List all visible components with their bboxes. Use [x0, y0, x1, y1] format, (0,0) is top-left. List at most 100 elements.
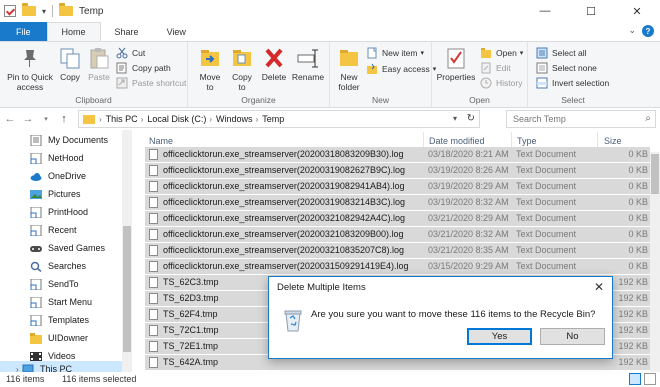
copy-to-button[interactable]: Copy to [228, 46, 256, 92]
pin-quick-access-button[interactable]: Pin to Quick access [4, 46, 56, 92]
file-row[interactable]: officeclicktorun.exe_streamserver(202003… [145, 195, 650, 210]
nav-item-start-menu[interactable]: Start Menu [0, 294, 122, 310]
invert-selection-button[interactable]: Invert selection [536, 76, 609, 90]
breadcrumb-sep-icon: › [255, 114, 259, 124]
file-size: 0 KB [628, 229, 648, 239]
search-input[interactable]: Search Temp ⌕ [506, 110, 656, 128]
file-row[interactable]: officeclicktorun.exe_streamserver(202003… [145, 243, 650, 258]
forward-arrow-icon[interactable]: → [20, 111, 36, 127]
expand-ribbon-icon[interactable]: ⌄ [628, 25, 636, 36]
file-list-scrollbar[interactable] [650, 152, 660, 372]
file-row[interactable]: officeclicktorun.exe_streamserver(202003… [145, 259, 650, 274]
easy-access-button[interactable]: Easy access ▾ [366, 62, 436, 76]
cut-label: Cut [132, 48, 146, 58]
minimize-button[interactable]: — [522, 0, 568, 22]
breadcrumb-local-disk[interactable]: Local Disk (C:) [147, 114, 206, 124]
nav-scrollbar[interactable] [122, 130, 132, 372]
edit-pencil-icon [480, 62, 492, 74]
quick-access-dropdown-icon[interactable]: ▾ [42, 7, 46, 16]
tmp-file-icon [149, 309, 158, 320]
nav-item-sendto[interactable]: SendTo [0, 276, 122, 292]
help-icon[interactable]: ? [642, 25, 654, 37]
select-none-button[interactable]: Select none [536, 61, 597, 75]
file-size: 0 KB [628, 245, 648, 255]
open-button[interactable]: Open ▾ [480, 46, 523, 60]
tab-share[interactable]: Share [101, 22, 153, 41]
nav-item-pictures[interactable]: Pictures [0, 186, 122, 202]
details-view-icon[interactable] [629, 373, 641, 385]
nav-item-recent[interactable]: Recent [0, 222, 122, 238]
select-all-button[interactable]: Select all [536, 46, 587, 60]
properties-quick-icon[interactable] [4, 5, 16, 17]
back-arrow-icon[interactable]: ← [2, 111, 18, 127]
address-folder-icon [83, 114, 95, 124]
nav-item-nethood[interactable]: NetHood [0, 150, 122, 166]
file-size: 0 KB [628, 181, 648, 191]
column-type[interactable]: Type [517, 136, 537, 146]
nav-item-templates[interactable]: Templates [0, 312, 122, 328]
file-type: Text Document [516, 261, 577, 271]
move-to-button[interactable]: Move to [196, 46, 224, 92]
paste-button[interactable]: Paste [86, 46, 112, 82]
cut-button[interactable]: Cut [116, 46, 145, 60]
breadcrumb-this-pc[interactable]: This PC [106, 114, 138, 124]
new-folder-quick-icon[interactable] [22, 3, 36, 16]
nav-scroll-thumb[interactable] [123, 226, 131, 352]
tab-file[interactable]: File [0, 22, 47, 41]
nav-label: Start Menu [48, 297, 93, 307]
tab-home[interactable]: Home [46, 22, 101, 41]
up-arrow-icon[interactable]: ↑ [56, 111, 72, 127]
column-size[interactable]: Size [604, 136, 622, 146]
file-row[interactable]: officeclicktorun.exe_streamserver(202003… [145, 211, 650, 226]
nav-item-printhood[interactable]: PrintHood [0, 204, 122, 220]
file-date: 03/19/2020 8:32 AM [428, 197, 509, 207]
yes-button[interactable]: Yes [467, 328, 532, 345]
column-date-modified[interactable]: Date modified [429, 136, 485, 146]
nav-item-uidowner[interactable]: UIDowner [0, 330, 122, 346]
shortcut-file-icon [30, 296, 42, 308]
new-folder-button[interactable]: New folder [334, 46, 364, 92]
history-button[interactable]: History [480, 76, 522, 90]
nav-item-searches[interactable]: Searches [0, 258, 122, 274]
paste-shortcut-button[interactable]: Paste shortcut [116, 76, 186, 90]
edit-button[interactable]: Edit [480, 61, 511, 75]
refresh-icon[interactable]: ↻ [467, 113, 475, 124]
nav-item-onedrive[interactable]: OneDrive [0, 168, 122, 184]
nav-item-my-documents[interactable]: My Documents [0, 132, 122, 148]
navigation-pane: My Documents NetHood OneDrive Pictures P… [0, 130, 133, 372]
file-date: 03/21/2020 8:32 AM [428, 229, 509, 239]
file-row[interactable]: officeclicktorun.exe_streamserver(202003… [145, 147, 650, 162]
text-file-icon [149, 229, 158, 240]
expand-chevron-icon[interactable]: › [16, 365, 19, 373]
rename-button[interactable]: Rename [291, 46, 325, 82]
folder-icon [30, 332, 42, 344]
nav-item-saved-games[interactable]: Saved Games [0, 240, 122, 256]
file-row[interactable]: officeclicktorun.exe_streamserver(202003… [145, 227, 650, 242]
properties-button[interactable]: Properties [436, 46, 476, 82]
copy-path-button[interactable]: Copy path [116, 61, 171, 75]
dialog-close-icon[interactable]: ✕ [594, 280, 604, 294]
address-box[interactable]: › This PC › Local Disk (C:) › Windows › … [78, 110, 480, 128]
column-name[interactable]: Name [149, 136, 173, 146]
tmp-file-icon [149, 341, 158, 352]
tab-view[interactable]: View [153, 22, 200, 41]
nav-item-this-pc[interactable]: › This PC [0, 361, 122, 372]
maximize-button[interactable]: ☐ [568, 0, 614, 22]
breadcrumb-windows[interactable]: Windows [216, 114, 253, 124]
new-item-button[interactable]: New item ▾ [366, 46, 424, 60]
copy-button[interactable]: Copy [58, 46, 82, 82]
file-row[interactable]: officeclicktorun.exe_streamserver(202003… [145, 163, 650, 178]
close-window-button[interactable]: ✕ [614, 0, 660, 22]
address-dropdown-icon[interactable]: ▾ [453, 114, 457, 123]
select-all-label: Select all [552, 48, 587, 58]
large-icons-view-icon[interactable] [644, 373, 656, 385]
file-name: TS_72C1.tmp [163, 325, 219, 335]
no-button[interactable]: No [540, 328, 605, 345]
open-group-label: Open [469, 95, 490, 105]
file-list-scroll-thumb[interactable] [651, 154, 659, 194]
recent-locations-icon[interactable]: ▾ [38, 111, 54, 127]
nav-label: NetHood [48, 153, 84, 163]
delete-button[interactable]: Delete [261, 46, 287, 82]
breadcrumb-temp[interactable]: Temp [262, 114, 284, 124]
file-row[interactable]: officeclicktorun.exe_streamserver(202003… [145, 179, 650, 194]
